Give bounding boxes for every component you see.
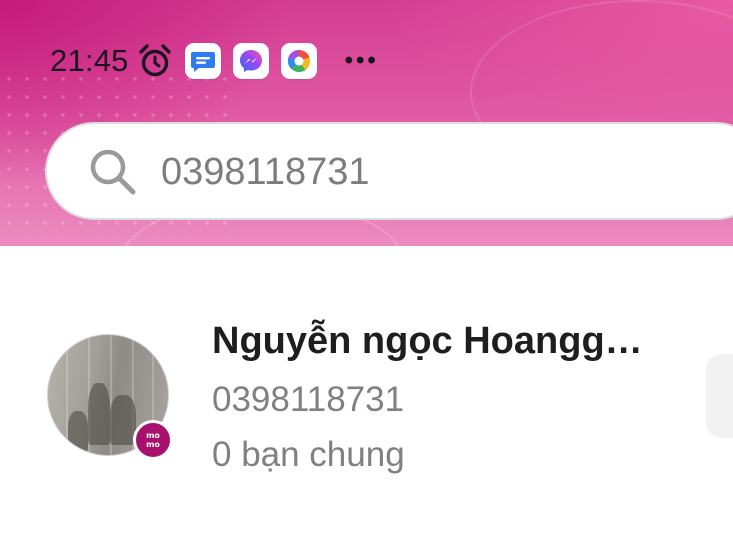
contact-name: Nguyễn ngọc Hoangg… <box>212 320 643 362</box>
alarm-icon <box>137 43 173 79</box>
momo-badge-icon: mo mo <box>133 420 173 460</box>
messages-icon <box>184 43 221 79</box>
mutual-friends-count: 0 bạn chung <box>212 435 405 474</box>
search-icon <box>85 144 141 200</box>
status-time: 21:45 <box>50 43 129 78</box>
photo-app-icon <box>280 43 317 79</box>
contact-result[interactable]: mo mo Nguyễn ngọc Hoangg… 0398118731 0 b… <box>0 300 733 490</box>
search-bar[interactable] <box>45 122 733 220</box>
header-banner: 21:45 ••• 0398118731 <box>0 0 733 246</box>
messenger-icon <box>232 43 269 79</box>
add-friend-button[interactable] <box>706 354 733 438</box>
contact-phone: 0398118731 <box>212 380 405 419</box>
more-notifications-icon: ••• <box>344 47 379 74</box>
search-input[interactable] <box>161 146 721 198</box>
status-bar: 21:45 ••• <box>50 38 379 84</box>
